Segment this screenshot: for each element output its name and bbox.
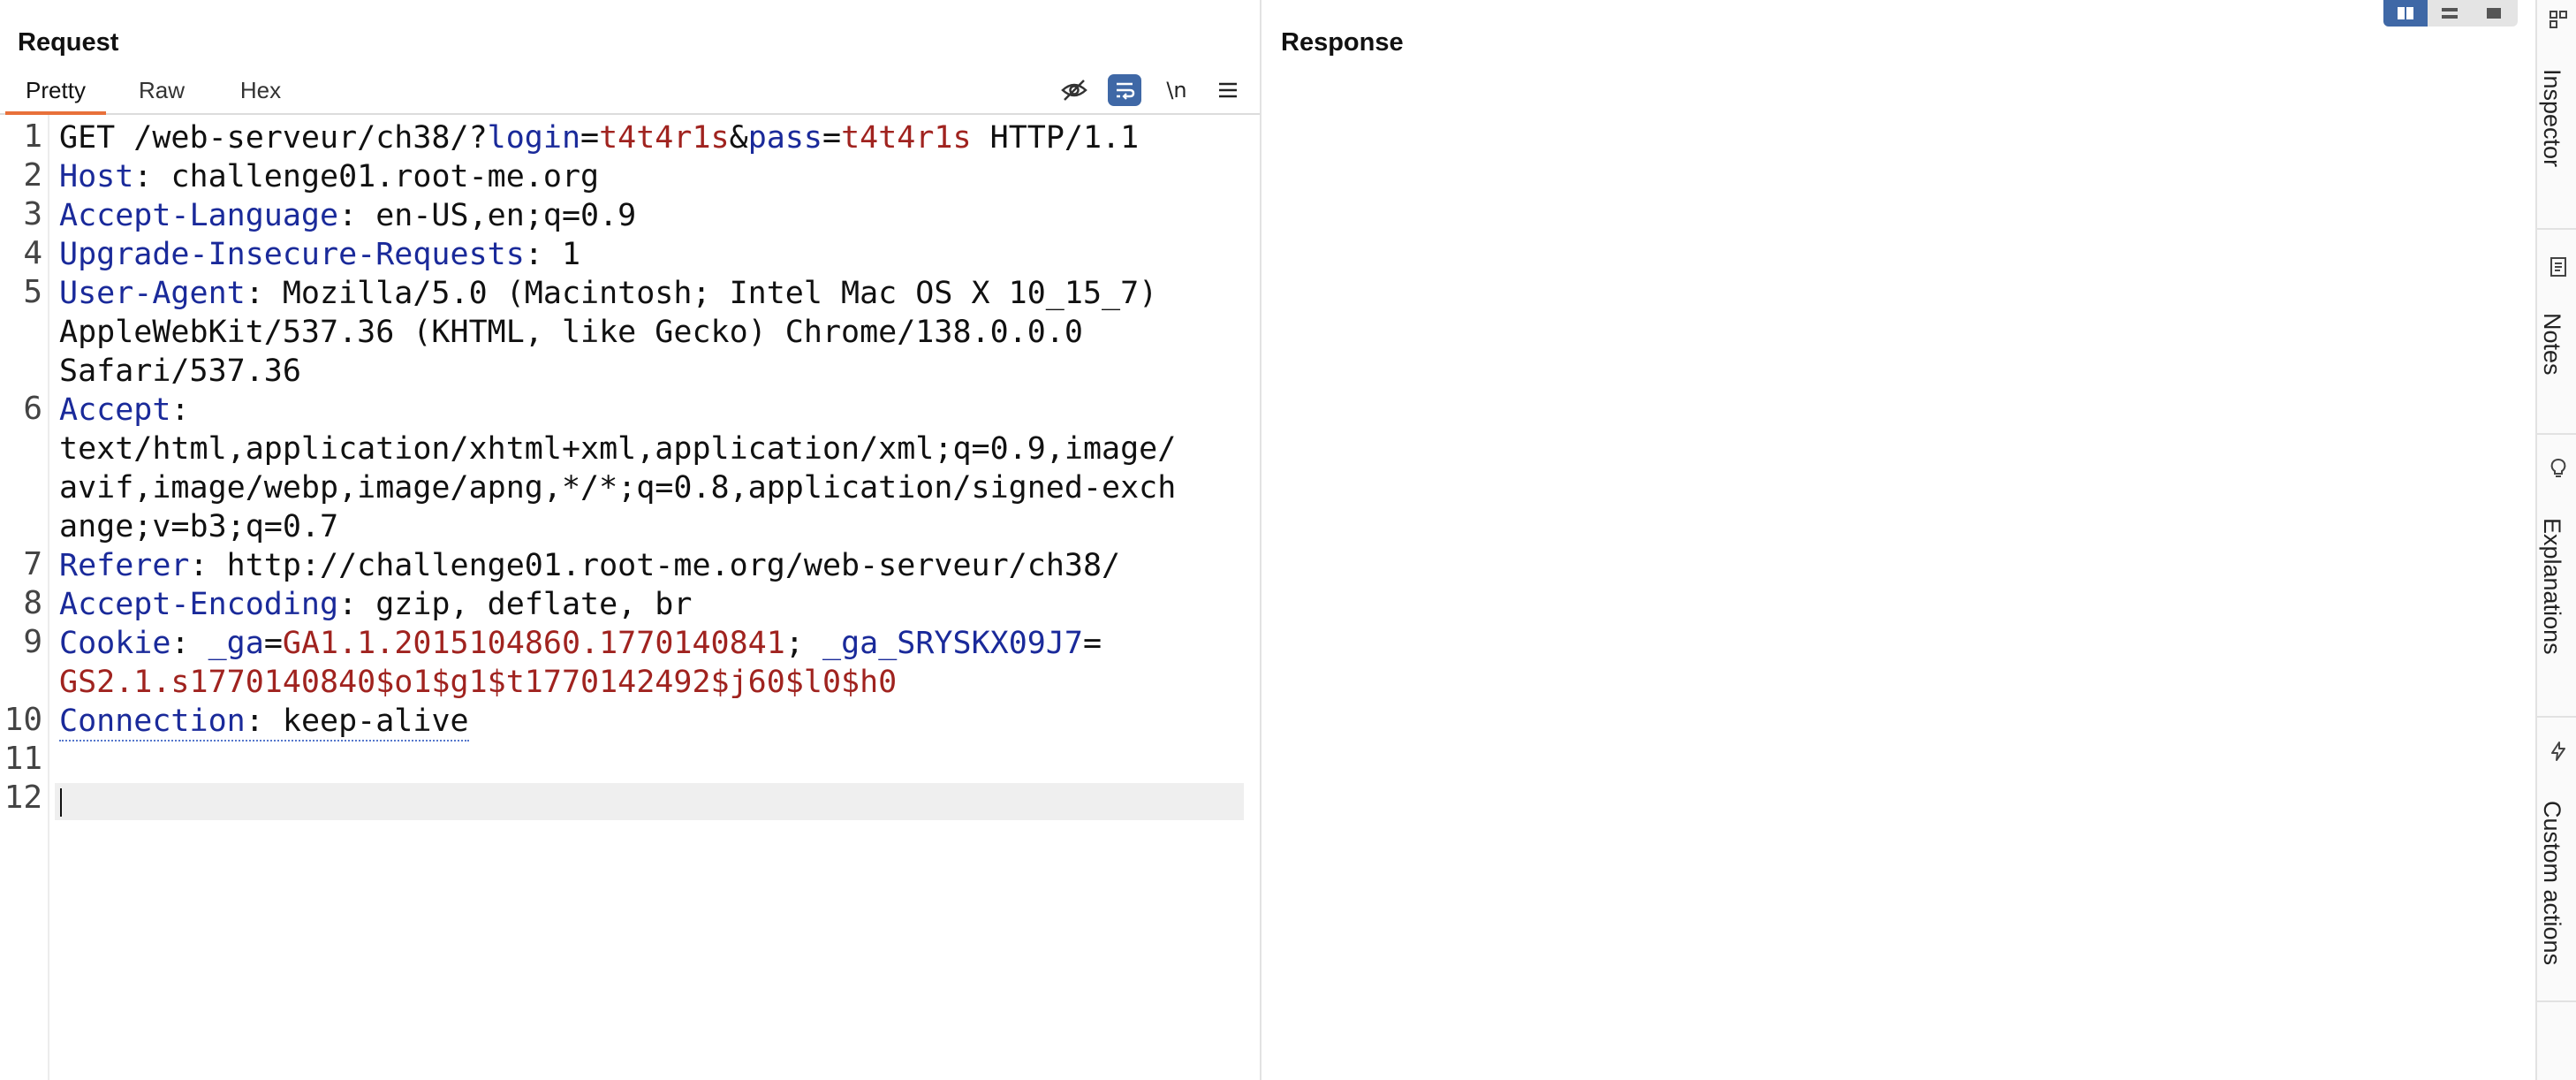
line-number: 3 bbox=[23, 196, 42, 232]
line-number: 2 bbox=[23, 157, 42, 194]
header-connection: Connection: keep-alive bbox=[59, 702, 469, 742]
line-number: 7 bbox=[23, 546, 42, 582]
tab-raw[interactable]: Raw bbox=[129, 67, 194, 111]
line-number: 10 bbox=[4, 702, 42, 738]
hide-eye-off-icon[interactable] bbox=[1057, 72, 1092, 108]
menu-icon[interactable] bbox=[1210, 72, 1246, 108]
newline-toggle-button[interactable]: \n bbox=[1159, 72, 1194, 108]
sidebar-item-label: Explanations bbox=[2539, 518, 2565, 655]
inspector-icon bbox=[2549, 11, 2567, 28]
line-number: 1 bbox=[23, 118, 42, 155]
rail-divider bbox=[2537, 1000, 2576, 1002]
line-number: 8 bbox=[23, 585, 42, 621]
header-accept-language: Accept-Language: en-US,en;q=0.9 bbox=[59, 198, 637, 233]
tab-hex[interactable]: Hex bbox=[230, 67, 292, 111]
line-number-gutter: 1 2 3 4 5 6 7 8 9 10 11 12 bbox=[0, 115, 49, 1080]
wrap-lines-icon[interactable] bbox=[1108, 74, 1141, 106]
header-user-agent-cont: AppleWebKit/537.36 (KHTML, like Gecko) C… bbox=[59, 315, 1083, 350]
layout-split-icon[interactable] bbox=[2383, 0, 2428, 27]
request-tabbar: Pretty Raw Hex \n bbox=[0, 67, 1260, 115]
line-number: 11 bbox=[4, 741, 42, 777]
request-line: GET /web-serveur/ch38/?login=t4t4r1s&pas… bbox=[59, 120, 1140, 156]
layout-single-icon[interactable] bbox=[2472, 0, 2516, 27]
header-accept-cont: ange;v=b3;q=0.7 bbox=[59, 509, 339, 544]
header-accept-cont: text/html,application/xhtml+xml,applicat… bbox=[59, 431, 1177, 467]
sidebar-item-label: Custom actions bbox=[2539, 801, 2565, 966]
sidebar-item-label: Notes bbox=[2539, 313, 2565, 376]
header-referer: Referer: http://challenge01.root-me.org/… bbox=[59, 548, 1121, 583]
layout-switcher bbox=[2383, 0, 2518, 27]
line-number: 9 bbox=[23, 624, 42, 660]
request-editor[interactable]: 1 2 3 4 5 6 7 8 9 10 11 12 GET /web-serv… bbox=[0, 115, 1260, 1080]
notes-icon bbox=[2550, 257, 2566, 277]
header-accept-encoding: Accept-Encoding: gzip, deflate, br bbox=[59, 587, 693, 622]
response-panel: Response bbox=[1261, 0, 2535, 1080]
line-number: 4 bbox=[23, 235, 42, 271]
tab-pretty[interactable]: Pretty bbox=[5, 67, 106, 115]
header-user-agent: User-Agent: Mozilla/5.0 (Macintosh; Inte… bbox=[59, 276, 1158, 311]
header-host: Host: challenge01.root-me.org bbox=[59, 159, 600, 194]
response-title: Response bbox=[1281, 28, 1404, 57]
sidebar-item-notes[interactable]: Notes bbox=[2537, 230, 2576, 433]
sidebar-item-inspector[interactable]: Inspector bbox=[2537, 0, 2576, 228]
lightning-icon bbox=[2551, 742, 2565, 761]
sidebar-item-label: Inspector bbox=[2539, 69, 2565, 168]
line-number: 12 bbox=[4, 780, 42, 816]
sidebar-item-custom-actions[interactable]: Custom actions bbox=[2537, 718, 2576, 1000]
sidebar-item-explanations[interactable]: Explanations bbox=[2537, 435, 2576, 716]
request-title: Request bbox=[18, 28, 119, 57]
line-number: 6 bbox=[23, 391, 42, 427]
lightbulb-icon bbox=[2550, 459, 2566, 477]
layout-rows-icon[interactable] bbox=[2428, 0, 2472, 27]
header-accept: Accept: bbox=[59, 392, 190, 428]
text-caret bbox=[60, 788, 62, 817]
header-user-agent-cont: Safari/537.36 bbox=[59, 354, 301, 389]
current-line-highlight bbox=[55, 783, 1244, 820]
request-panel: Request Pretty Raw Hex \n 1 2 3 4 5 6 7 … bbox=[0, 0, 1261, 1080]
header-accept-cont: avif,image/webp,image/apng,*/*;q=0.8,app… bbox=[59, 470, 1177, 506]
header-upgrade-insecure-requests: Upgrade-Insecure-Requests: 1 bbox=[59, 237, 581, 272]
line-number: 5 bbox=[23, 274, 42, 310]
header-cookie: Cookie: _ga=GA1.1.2015104860.1770140841;… bbox=[59, 626, 1102, 661]
side-panel-rail: Inspector Notes Explanations Custom acti… bbox=[2535, 0, 2576, 1080]
header-cookie-cont: GS2.1.s1770140840$o1$g1$t1770142492$j60$… bbox=[59, 665, 898, 700]
